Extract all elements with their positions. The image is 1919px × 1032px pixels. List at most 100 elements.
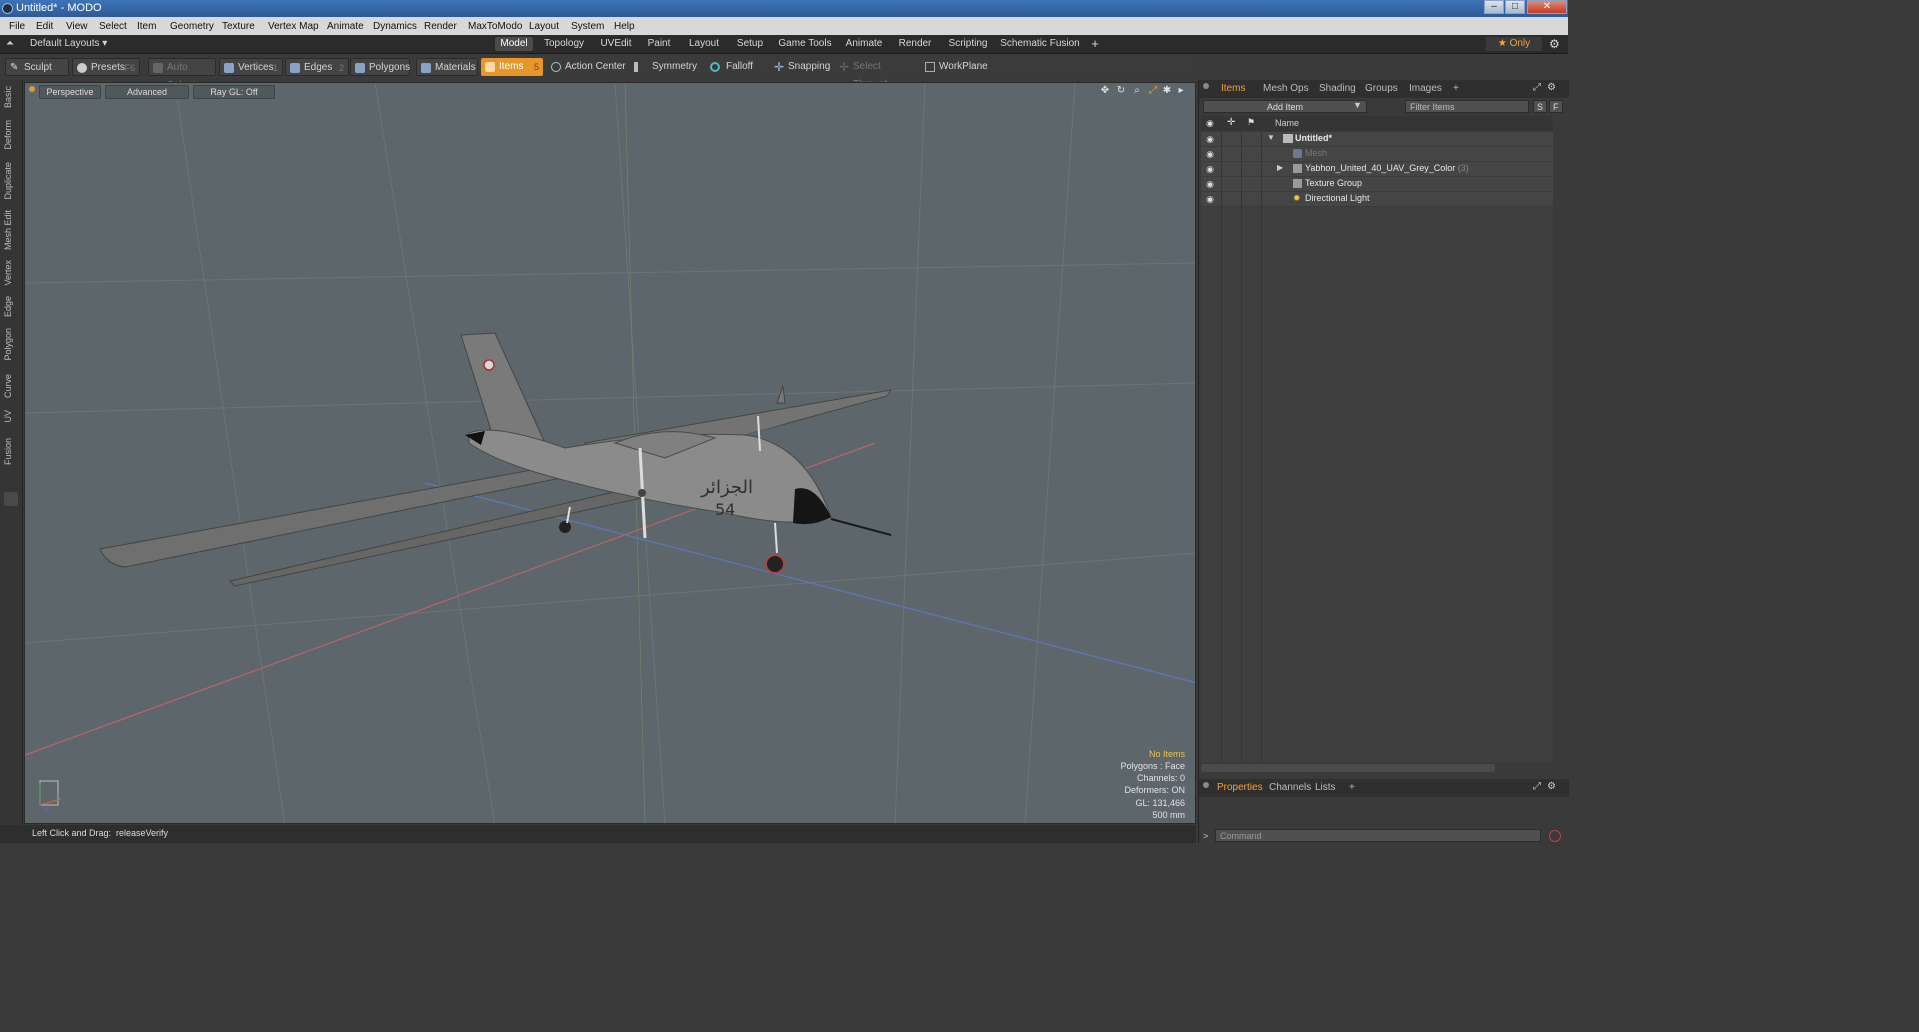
- menu-animate[interactable]: Animate: [327, 21, 364, 32]
- list-item[interactable]: ◉ ✹ Directional Light: [1201, 192, 1553, 207]
- tab-schematic-fusion[interactable]: Schematic Fusion: [1000, 37, 1080, 51]
- panel-dot-icon[interactable]: [1203, 83, 1209, 89]
- chevron-down-icon[interactable]: ▼: [1353, 100, 1362, 110]
- add-layout-tab-button[interactable]: +: [1088, 37, 1102, 51]
- horizontal-scrollbar[interactable]: [1201, 764, 1495, 772]
- snapping-button[interactable]: ✛ Snapping: [770, 58, 832, 76]
- tab-deform[interactable]: Deform: [3, 120, 13, 150]
- tab-layout[interactable]: Layout: [683, 37, 725, 51]
- edges-button[interactable]: Edges 2: [285, 58, 349, 76]
- raygl-toggle[interactable]: Ray GL: Off: [193, 85, 275, 99]
- expand-panel-icon[interactable]: ⤢: [1533, 781, 1541, 792]
- add-tab-button[interactable]: +: [1453, 82, 1459, 96]
- viewport-menu-arrow-icon[interactable]: ▸: [1175, 85, 1187, 97]
- sculpt-button[interactable]: ✎ Sculpt: [5, 58, 69, 76]
- list-item[interactable]: ◉ Mesh: [1201, 147, 1553, 162]
- panel-gear-icon[interactable]: ⚙: [1547, 82, 1556, 93]
- workplane-button[interactable]: WorkPlane: [921, 58, 988, 76]
- menu-layout[interactable]: Layout: [529, 21, 559, 32]
- maximize-button[interactable]: □: [1505, 0, 1525, 14]
- menu-texture[interactable]: Texture: [222, 21, 255, 32]
- tab-mesh-edit[interactable]: Mesh Edit: [3, 210, 13, 250]
- tab-shading[interactable]: Shading: [1319, 82, 1356, 96]
- tab-model[interactable]: Model: [495, 37, 533, 51]
- filter-items-input[interactable]: Filter Items: [1405, 100, 1529, 113]
- viewport-dot-icon[interactable]: [29, 86, 35, 92]
- eye-icon[interactable]: ◉: [1205, 179, 1215, 189]
- menu-system[interactable]: System: [571, 21, 604, 32]
- record-icon[interactable]: [1549, 830, 1561, 842]
- tab-groups[interactable]: Groups: [1365, 82, 1398, 96]
- menu-geometry[interactable]: Geometry: [170, 21, 214, 32]
- symmetry-button[interactable]: Symmetry: [630, 58, 697, 76]
- menu-select[interactable]: Select: [99, 21, 127, 32]
- filter-f-button[interactable]: F: [1549, 100, 1563, 113]
- tab-lists[interactable]: Lists: [1315, 781, 1336, 795]
- tab-duplicate[interactable]: Duplicate: [3, 162, 13, 200]
- eye-icon[interactable]: ◉: [1205, 134, 1215, 144]
- tab-setup[interactable]: Setup: [733, 37, 767, 51]
- view-mode-dropdown[interactable]: Perspective: [39, 85, 101, 99]
- pan-icon[interactable]: ✥: [1099, 85, 1111, 97]
- visibility-eye-icon[interactable]: ◉: [1206, 118, 1214, 129]
- viewport-settings-icon[interactable]: ✱: [1161, 85, 1173, 97]
- action-center-button[interactable]: Action Center: [547, 58, 627, 76]
- tab-images[interactable]: Images: [1409, 82, 1442, 96]
- tab-basic[interactable]: Basic: [3, 86, 13, 108]
- materials-button[interactable]: Materials: [416, 58, 478, 76]
- add-item-dropdown[interactable]: Add Item: [1203, 100, 1367, 113]
- list-item[interactable]: ◉ Texture Group: [1201, 177, 1553, 192]
- gear-icon[interactable]: ⚙: [1549, 37, 1560, 51]
- items-button[interactable]: Items 5: [481, 58, 543, 76]
- expand-arrow-icon[interactable]: ▶: [1277, 163, 1283, 172]
- tab-channels[interactable]: Channels: [1269, 781, 1311, 795]
- command-input[interactable]: Command: [1215, 829, 1541, 842]
- list-item[interactable]: ◉ ▶ Yabhon_United_40_UAV_Grey_Color (3): [1201, 162, 1553, 177]
- expand-panel-icon[interactable]: ⤢: [1533, 82, 1541, 93]
- menu-view[interactable]: View: [66, 21, 88, 32]
- tab-mesh-ops[interactable]: Mesh Ops: [1263, 82, 1309, 96]
- tab-properties[interactable]: Properties: [1217, 781, 1263, 795]
- minimize-button[interactable]: –: [1484, 0, 1504, 14]
- panel-dot-icon[interactable]: [1203, 782, 1209, 788]
- collapse-arrow-icon[interactable]: ⏶: [6, 38, 14, 49]
- menu-file[interactable]: File: [9, 21, 25, 32]
- tab-edge[interactable]: Edge: [3, 296, 13, 317]
- auto-select-button[interactable]: Auto Select: [148, 58, 216, 91]
- menu-render[interactable]: Render: [424, 21, 457, 32]
- eye-icon[interactable]: ◉: [1205, 164, 1215, 174]
- filter-s-button[interactable]: S: [1533, 100, 1547, 113]
- lock-icon[interactable]: ✛: [1227, 117, 1235, 128]
- zoom-icon[interactable]: ⌕: [1131, 85, 1143, 97]
- falloff-button[interactable]: Falloff: [706, 58, 762, 76]
- menu-edit[interactable]: Edit: [36, 21, 53, 32]
- presets-button[interactable]: Presets F6: [72, 58, 140, 76]
- tab-uvedit[interactable]: UVEdit: [596, 37, 636, 51]
- tab-vertex[interactable]: Vertex: [3, 260, 13, 286]
- tab-animate[interactable]: Animate: [842, 37, 886, 51]
- tool-palette-button[interactable]: [4, 492, 18, 506]
- menu-maxtomodo[interactable]: MaxToModo: [468, 21, 522, 32]
- only-toggle[interactable]: ★ Only: [1486, 37, 1542, 51]
- select-through-button[interactable]: ✛ Select Through: [835, 58, 917, 90]
- eye-icon[interactable]: ◉: [1205, 194, 1215, 204]
- maximize-viewport-icon[interactable]: ⤢: [1147, 85, 1159, 97]
- tab-topology[interactable]: Topology: [540, 37, 588, 51]
- add-tab-button[interactable]: +: [1349, 781, 1355, 795]
- column-name[interactable]: Name: [1275, 118, 1299, 128]
- menu-vertex-map[interactable]: Vertex Map: [268, 21, 319, 32]
- list-item[interactable]: ◉ ▼ Untitled*: [1201, 132, 1553, 147]
- tab-fusion[interactable]: Fusion: [3, 438, 13, 465]
- rotate-icon[interactable]: ↻: [1115, 85, 1127, 97]
- close-button[interactable]: ✕: [1527, 0, 1567, 14]
- expand-arrow-icon[interactable]: ▼: [1267, 133, 1275, 142]
- tab-game-tools[interactable]: Game Tools: [776, 37, 834, 51]
- 3d-viewport[interactable]: الجزائر 54 Perspective Advanced Ray GL: …: [24, 82, 1196, 824]
- menu-help[interactable]: Help: [614, 21, 635, 32]
- shading-dropdown[interactable]: Advanced: [105, 85, 189, 99]
- tab-uv[interactable]: UV: [3, 410, 13, 423]
- eye-icon[interactable]: ◉: [1205, 149, 1215, 159]
- tab-polygon[interactable]: Polygon: [3, 328, 13, 361]
- polygons-button[interactable]: Polygons: [350, 58, 410, 76]
- tab-scripting[interactable]: Scripting: [944, 37, 992, 51]
